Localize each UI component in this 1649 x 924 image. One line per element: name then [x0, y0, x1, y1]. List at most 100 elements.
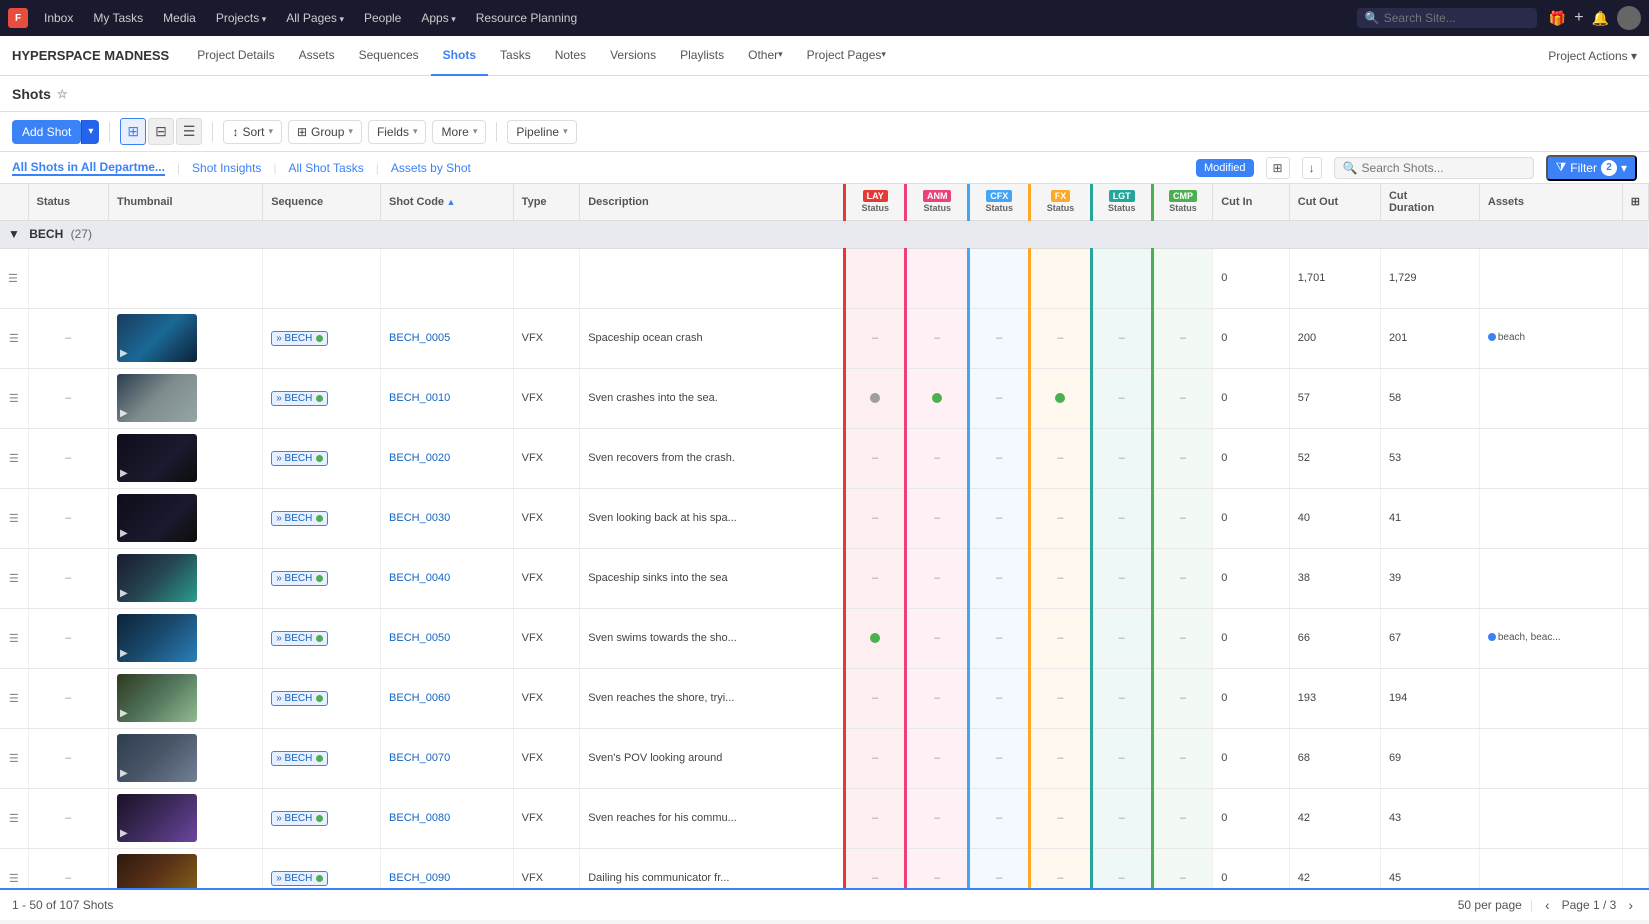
- row-shot-code[interactable]: BECH_0040: [381, 548, 514, 608]
- fields-button[interactable]: Fields ▾: [368, 120, 427, 144]
- shot-code-link[interactable]: BECH_0005: [389, 332, 450, 344]
- row-check[interactable]: ☰: [0, 488, 28, 548]
- row-check[interactable]: ☰: [0, 788, 28, 848]
- nav-notes[interactable]: Notes: [543, 36, 598, 76]
- shot-insights-link[interactable]: Shot Insights: [192, 161, 261, 175]
- row-shot-code[interactable]: BECH_0090: [381, 848, 514, 888]
- row-shot-code[interactable]: BECH_0060: [381, 668, 514, 728]
- play-icon[interactable]: ▶: [120, 768, 128, 779]
- star-icon[interactable]: ☆: [57, 87, 68, 101]
- pagination-per-page[interactable]: 50 per page: [1458, 898, 1522, 912]
- row-check[interactable]: ☰: [0, 848, 28, 888]
- nav-shots[interactable]: Shots: [431, 36, 488, 76]
- th-shot-code[interactable]: Shot Code: [381, 184, 514, 220]
- row-shot-code[interactable]: BECH_0050: [381, 608, 514, 668]
- row-thumb[interactable]: ▶: [108, 728, 262, 788]
- row-shot-code[interactable]: BECH_0080: [381, 788, 514, 848]
- shot-code-link[interactable]: BECH_0060: [389, 692, 450, 704]
- search-input[interactable]: [1384, 11, 1524, 25]
- row-shot-code[interactable]: BECH_0005: [381, 308, 514, 368]
- assets-by-shot-link[interactable]: Assets by Shot: [391, 161, 471, 175]
- pagination-next[interactable]: ›: [1624, 897, 1637, 913]
- nav-inbox[interactable]: Inbox: [36, 7, 81, 29]
- sequence-tag[interactable]: » BECH: [271, 571, 328, 586]
- nav-projects[interactable]: Projects: [208, 7, 274, 29]
- group-row-bech[interactable]: ▼ BECH (27): [0, 220, 1649, 248]
- pagination-prev[interactable]: ‹: [1541, 897, 1554, 913]
- sort-button[interactable]: ↕ Sort ▾: [223, 120, 282, 144]
- all-shot-tasks-link[interactable]: All Shot Tasks: [289, 161, 364, 175]
- th-cut-out[interactable]: Cut Out: [1289, 184, 1380, 220]
- gift-icon[interactable]: 🎁: [1549, 10, 1566, 27]
- th-status[interactable]: Status: [28, 184, 108, 220]
- th-cut-duration[interactable]: Cut Duration: [1380, 184, 1479, 220]
- nav-media[interactable]: Media: [155, 7, 204, 29]
- play-icon[interactable]: ▶: [120, 468, 128, 479]
- app-icon[interactable]: F: [8, 8, 28, 28]
- row-shot-code[interactable]: BECH_0070: [381, 728, 514, 788]
- play-icon[interactable]: ▶: [120, 408, 128, 419]
- play-icon[interactable]: ▶: [120, 588, 128, 599]
- row-thumb[interactable]: ▶: [108, 788, 262, 848]
- view-grid2-button[interactable]: ⊟: [148, 118, 174, 145]
- shot-code-link[interactable]: BECH_0030: [389, 512, 450, 524]
- play-icon[interactable]: ▶: [120, 708, 128, 719]
- nav-versions[interactable]: Versions: [598, 36, 668, 76]
- th-sequence[interactable]: Sequence: [263, 184, 381, 220]
- shots-search-input[interactable]: [1362, 161, 1522, 175]
- shot-code-link[interactable]: BECH_0090: [389, 872, 450, 884]
- sequence-tag[interactable]: » BECH: [271, 751, 328, 766]
- sequence-tag[interactable]: » BECH: [271, 451, 328, 466]
- sequence-tag[interactable]: » BECH: [271, 331, 328, 346]
- row-thumb[interactable]: ▶: [108, 308, 262, 368]
- nav-all-pages[interactable]: All Pages: [278, 7, 352, 29]
- row-seq[interactable]: » BECH: [263, 788, 381, 848]
- row-check[interactable]: ☰: [0, 368, 28, 428]
- row-check[interactable]: ☰: [0, 248, 28, 308]
- nav-tasks[interactable]: Tasks: [488, 36, 543, 76]
- play-icon[interactable]: ▶: [120, 828, 128, 839]
- shot-code-link[interactable]: BECH_0040: [389, 572, 450, 584]
- row-seq[interactable]: » BECH: [263, 668, 381, 728]
- sequence-tag[interactable]: » BECH: [271, 511, 328, 526]
- th-assets[interactable]: Assets: [1479, 184, 1622, 220]
- sequence-tag[interactable]: » BECH: [271, 811, 328, 826]
- filter-button[interactable]: ⧩ Filter 2 ▾: [1546, 155, 1637, 181]
- row-shot-code[interactable]: BECH_0030: [381, 488, 514, 548]
- add-shot-arrow[interactable]: ▾: [81, 120, 99, 144]
- more-button[interactable]: More ▾: [432, 120, 486, 144]
- row-check[interactable]: ☰: [0, 728, 28, 788]
- sequence-tag[interactable]: » BECH: [271, 391, 328, 406]
- row-seq[interactable]: » BECH: [263, 308, 381, 368]
- pipeline-button[interactable]: Pipeline ▾: [507, 120, 576, 144]
- bell-icon[interactable]: 🔔: [1592, 10, 1609, 27]
- shot-code-link[interactable]: BECH_0070: [389, 752, 450, 764]
- row-check[interactable]: ☰: [0, 308, 28, 368]
- row-seq[interactable]: » BECH: [263, 848, 381, 888]
- shot-code-link[interactable]: BECH_0080: [389, 812, 450, 824]
- row-seq[interactable]: » BECH: [263, 368, 381, 428]
- row-thumb[interactable]: ▶: [108, 668, 262, 728]
- nav-resource-planning[interactable]: Resource Planning: [468, 7, 585, 29]
- export-icon-btn[interactable]: ↓: [1302, 157, 1322, 179]
- row-seq[interactable]: » BECH: [263, 548, 381, 608]
- play-icon[interactable]: ▶: [120, 528, 128, 539]
- row-seq[interactable]: » BECH: [263, 608, 381, 668]
- sequence-tag[interactable]: » BECH: [271, 691, 328, 706]
- shot-code-link[interactable]: BECH_0020: [389, 452, 450, 464]
- nav-playlists[interactable]: Playlists: [668, 36, 736, 76]
- asset-tag[interactable]: beach: [1488, 332, 1525, 343]
- add-icon[interactable]: +: [1574, 9, 1583, 27]
- row-thumb[interactable]: ▶: [108, 368, 262, 428]
- nav-other[interactable]: Other: [736, 36, 795, 76]
- group-button[interactable]: ⊞ Group ▾: [288, 120, 362, 144]
- top-search[interactable]: 🔍: [1357, 8, 1537, 28]
- row-thumb[interactable]: ▶: [108, 428, 262, 488]
- th-description[interactable]: Description: [580, 184, 845, 220]
- project-actions-btn[interactable]: Project Actions ▾: [1548, 49, 1637, 63]
- row-seq[interactable]: » BECH: [263, 488, 381, 548]
- th-cut-in[interactable]: Cut In: [1213, 184, 1290, 220]
- view-grid-button[interactable]: ⊞: [120, 118, 146, 145]
- row-seq[interactable]: » BECH: [263, 728, 381, 788]
- row-thumb[interactable]: ▶: [108, 848, 262, 888]
